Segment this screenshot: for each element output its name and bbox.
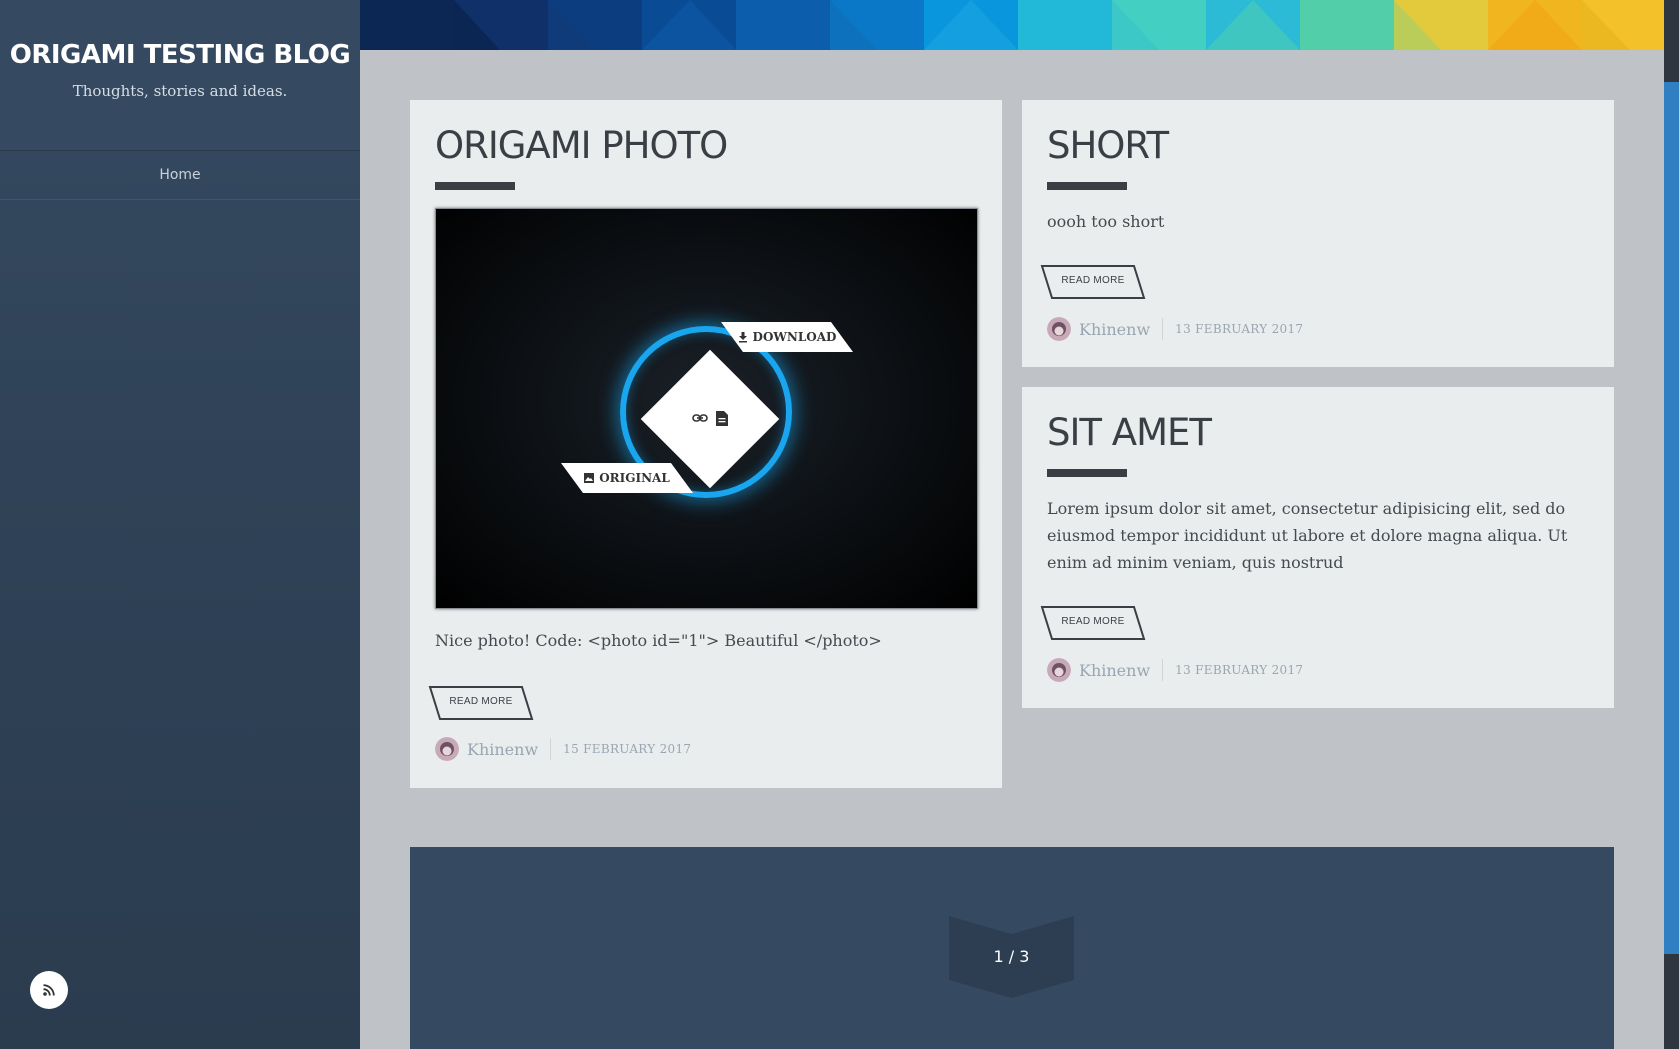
post-meta: Khinenw 13 FEBRUARY 2017 [1047, 317, 1303, 341]
read-more-label: READ MORE [449, 696, 513, 707]
original-link[interactable]: ORIGINAL [561, 463, 693, 493]
post-excerpt: oooh too short [1047, 212, 1165, 231]
sidebar-nav: Home [0, 150, 360, 200]
original-label: ORIGINAL [599, 471, 670, 485]
post-meta: Khinenw 15 FEBRUARY 2017 [435, 737, 691, 761]
post-meta: Khinenw 13 FEBRUARY 2017 [1047, 658, 1303, 682]
page-scrollbar[interactable] [1664, 0, 1679, 1049]
read-more-label: READ MORE [1061, 275, 1125, 286]
title-underline [1047, 182, 1127, 190]
post-date: 15 FEBRUARY 2017 [563, 742, 692, 756]
title-underline [1047, 469, 1127, 477]
meta-divider [1162, 659, 1164, 681]
post-title[interactable]: ORIGAMI PHOTO [435, 127, 728, 164]
pagination-panel: 1 / 3 [410, 847, 1614, 1049]
post-title[interactable]: SHORT [1047, 127, 1169, 164]
rss-button[interactable] [30, 971, 68, 1009]
author-avatar[interactable] [435, 737, 459, 761]
blog-tagline: Thoughts, stories and ideas. [72, 82, 288, 100]
read-more-button[interactable]: READ MORE [428, 685, 534, 720]
header-banner [360, 0, 1664, 50]
download-label: DOWNLOAD [752, 330, 837, 344]
image-icon [584, 473, 595, 483]
page-indicator: 1 / 3 [993, 947, 1030, 966]
meta-divider [1162, 318, 1164, 340]
read-more-label: READ MORE [1061, 616, 1125, 627]
origami-photo[interactable]: DOWNLOAD ORIGINAL [435, 208, 978, 609]
download-link[interactable]: DOWNLOAD [721, 322, 853, 352]
author-avatar[interactable] [1047, 317, 1071, 341]
author-avatar[interactable] [1047, 658, 1071, 682]
blog-header: ORIGAMI TESTING BLOG Thoughts, stories a… [0, 0, 360, 150]
read-more-button[interactable]: READ MORE [1040, 264, 1146, 299]
pagination-badge: 1 / 3 [949, 916, 1074, 998]
read-more-button[interactable]: READ MORE [1040, 605, 1146, 640]
title-underline [435, 182, 515, 190]
post-card-sit-amet: SIT AMET Lorem ipsum dolor sit amet, con… [1022, 387, 1614, 708]
scrollbar-thumb[interactable] [1664, 82, 1679, 954]
post-excerpt: Nice photo! Code: <photo id="1"> Beautif… [435, 631, 882, 650]
sidebar: ORIGAMI TESTING BLOG Thoughts, stories a… [0, 0, 360, 1049]
post-card-short: SHORT oooh too short READ MORE Khinenw 1… [1022, 100, 1614, 367]
blog-title[interactable]: ORIGAMI TESTING BLOG [0, 0, 360, 70]
rss-icon [43, 984, 55, 996]
nav-item-home[interactable]: Home [0, 151, 360, 199]
post-date: 13 FEBRUARY 2017 [1175, 663, 1304, 677]
author-name[interactable]: Khinenw [1079, 661, 1150, 680]
post-date: 13 FEBRUARY 2017 [1175, 322, 1304, 336]
document-icon[interactable] [716, 410, 728, 426]
author-name[interactable]: Khinenw [467, 740, 538, 759]
download-icon [738, 331, 747, 342]
photo-action-icons [685, 407, 735, 429]
link-icon[interactable] [692, 412, 708, 424]
meta-divider [550, 738, 552, 760]
author-name[interactable]: Khinenw [1079, 320, 1150, 339]
post-excerpt: Lorem ipsum dolor sit amet, consectetur … [1047, 499, 1568, 572]
post-title[interactable]: SIT AMET [1047, 414, 1212, 451]
